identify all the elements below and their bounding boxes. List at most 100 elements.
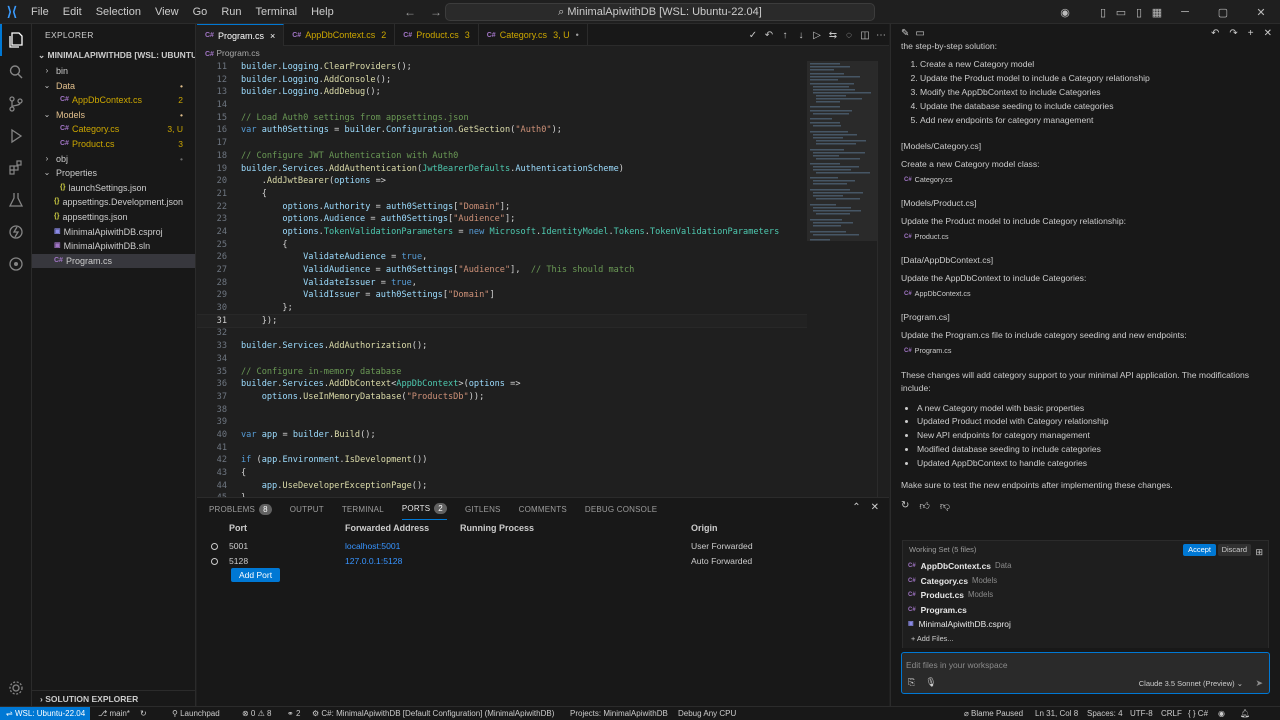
project-root[interactable]: ⌄ MINIMALAPIWITHDB [WSL: UBUNTU-22.... — [32, 46, 195, 64]
remote-explorer-icon[interactable] — [0, 216, 32, 248]
list-item[interactable]: C# AppDbContext.cs Data — [903, 559, 1268, 574]
file-chip[interactable]: C# AppDbContext.cs — [901, 288, 974, 300]
retry-icon[interactable]: ↻ — [901, 500, 909, 512]
code-line[interactable]: 42 if (app.Environment.IsDevelopment()) — [197, 454, 807, 467]
redo-icon[interactable]: ↷ — [1229, 28, 1237, 39]
indentation[interactable]: Spaces: 4 — [1087, 707, 1123, 720]
code-line[interactable]: 19 builder.Services.AddAuthentication(Jwt… — [197, 163, 807, 176]
extensions-icon[interactable] — [0, 152, 32, 184]
tree-file-launchsettings[interactable]: {} launchSettings.json — [32, 181, 195, 196]
accept-button[interactable]: Accept — [1183, 544, 1216, 556]
tree-file-appsettings-dev[interactable]: {} appsettings.Development.json — [32, 195, 195, 210]
notifications-icon[interactable]: 🔔︎ — [1240, 707, 1250, 720]
tree-folder-bin[interactable]: › bin — [32, 64, 195, 79]
thumbs-down-icon[interactable]: 👎︎ — [940, 500, 950, 512]
launchpad-indicator[interactable]: ⚲ Launchpad — [172, 707, 220, 720]
chat-input[interactable]: Edit files in your workspace ⎘ 🎙︎ Claude… — [901, 652, 1270, 694]
file-chip[interactable]: C# Category.cs — [901, 174, 956, 186]
code-line[interactable]: 15 // Load Auth0 settings from appsetting… — [197, 112, 807, 125]
tab-debug-console[interactable]: DEBUG CONSOLE — [585, 498, 657, 520]
back-arrow-icon[interactable]: ← — [404, 0, 416, 24]
forwarded-address-link[interactable]: 127.0.0.1:5128 — [345, 554, 402, 569]
code-line[interactable]: 37 options.UseInMemoryDatabase("Products… — [197, 391, 807, 404]
tab-ports[interactable]: PORTS 2 — [401, 498, 447, 520]
code-line[interactable]: 41 — [197, 442, 807, 455]
table-row[interactable]: 5128 127.0.0.1:5128 Auto Forwarded — [197, 554, 889, 569]
code-line[interactable]: 16 var auth0Settings = builder.Configurat… — [197, 124, 807, 137]
model-picker[interactable]: Claude 3.5 Sonnet (Preview) ⌄ — [1139, 679, 1243, 688]
tree-folder-properties[interactable]: ⌄ Properties — [32, 166, 195, 181]
send-icon[interactable]: ➤ — [1255, 678, 1263, 689]
split-editor-icon[interactable]: ◫ — [857, 30, 873, 41]
source-control-icon[interactable] — [0, 88, 32, 120]
gitlens-icon[interactable] — [0, 248, 32, 280]
code-line[interactable]: 12 builder.Logging.AddConsole(); — [197, 74, 807, 87]
toggle-secondary-sidebar-icon[interactable]: ▯ — [1130, 6, 1148, 19]
open-changes-icon[interactable]: ⇆ — [825, 30, 841, 41]
tab-output[interactable]: OUTPUT — [290, 498, 324, 520]
code-line[interactable]: 13 builder.Logging.AddDebug(); — [197, 86, 807, 99]
discard-button[interactable]: Discard — [1217, 544, 1251, 556]
microphone-icon[interactable]: 🎙︎ — [925, 677, 936, 688]
code-line[interactable]: 43 { — [197, 467, 807, 480]
close-window-icon[interactable]: ✕ — [1242, 6, 1280, 19]
blame-indicator[interactable]: ⌀ Blame Paused — [964, 707, 1023, 720]
list-item[interactable]: C# Category.cs Models — [903, 574, 1268, 589]
code-line[interactable]: 31 }); — [197, 313, 807, 329]
code-line[interactable]: 22 options.Authority = auth0Settings["Do… — [197, 201, 807, 214]
code-line[interactable]: 28 ValidateIssuer = true, — [197, 277, 807, 290]
end-of-line[interactable]: CRLF — [1161, 707, 1182, 720]
project-configuration[interactable]: ⚙ C#: MinimalApiwithDB [Default Configur… — [312, 707, 554, 720]
code-line[interactable]: 25 { — [197, 239, 807, 252]
file-chip[interactable]: C# Product.cs — [901, 231, 952, 243]
code-line[interactable]: 35 // Configure in-memory database — [197, 366, 807, 379]
close-tab-icon[interactable]: × — [270, 31, 275, 41]
close-chat-icon[interactable]: ✕ — [1264, 28, 1272, 39]
problems-indicator[interactable]: ⊗ 0 ⚠ 8 — [242, 707, 271, 720]
add-files-button[interactable]: + Add Files... — [903, 632, 1268, 646]
new-session-icon[interactable]: + — [1248, 28, 1254, 39]
minimap-slider[interactable] — [807, 61, 877, 241]
encoding[interactable]: UTF-8 — [1130, 707, 1153, 720]
testing-icon[interactable] — [0, 184, 32, 216]
file-chip[interactable]: C# Program.cs — [901, 345, 954, 357]
thumbs-up-icon[interactable]: 👍︎ — [919, 500, 929, 512]
solution-explorer-section[interactable]: › SOLUTION EXPLORER — [32, 690, 196, 706]
edit-icon[interactable]: ✎ — [901, 28, 909, 39]
tree-file-sln[interactable]: ▣ MinimalApiwithDB.sln — [32, 239, 195, 254]
code-line[interactable]: 32 — [197, 327, 807, 340]
code-line[interactable]: 30 }; — [197, 302, 807, 315]
code-line[interactable]: 40 var app = builder.Build(); — [197, 429, 807, 442]
tree-folder-data[interactable]: ⌄ Data • — [32, 79, 195, 94]
tab-product[interactable]: C# Product.cs 3 — [395, 24, 479, 46]
customize-layout-icon[interactable]: ▦ — [1148, 6, 1166, 19]
projects-indicator[interactable]: Projects: MinimalApiwithDB — [570, 707, 668, 720]
ports-indicator[interactable]: ⚭ 2 — [287, 707, 300, 720]
breadcrumb-file[interactable]: Program.cs — [216, 48, 259, 58]
minimap[interactable] — [807, 61, 877, 497]
menu-view[interactable]: View — [148, 0, 186, 24]
chat-icon[interactable]: ▭ — [915, 28, 924, 39]
list-item[interactable]: C# Product.cs Models — [903, 588, 1268, 603]
sync-icon[interactable]: ↻ — [140, 707, 147, 720]
tab-gitlens[interactable]: GITLENS — [465, 498, 501, 520]
menu-help[interactable]: Help — [304, 0, 341, 24]
toggle-sidebar-icon[interactable]: ▯ — [1094, 6, 1112, 19]
tree-file-product[interactable]: C# Product.cs 3 — [32, 137, 195, 152]
undo-icon[interactable]: ↶ — [1211, 28, 1219, 39]
toggle-panel-icon[interactable]: ▭ — [1112, 6, 1130, 19]
code-line[interactable]: 20 .AddJwtBearer(options => — [197, 175, 807, 188]
maximize-icon[interactable]: ▢ — [1204, 6, 1242, 19]
code-line[interactable]: 38 — [197, 404, 807, 417]
code-line[interactable]: 23 options.Audience = auth0Settings["Aud… — [197, 213, 807, 226]
code-line[interactable]: 33 builder.Services.AddAuthorization(); — [197, 340, 807, 353]
close-panel-icon[interactable]: ✕ — [871, 502, 879, 513]
tree-folder-models[interactable]: ⌄ Models • — [32, 108, 195, 123]
code-editor[interactable]: 11 builder.Logging.ClearProviders(); 12 bui… — [197, 61, 807, 497]
previous-change-icon[interactable]: ↑ — [777, 30, 793, 41]
tree-file-appsettings[interactable]: {} appsettings.json — [32, 210, 195, 225]
add-port-button[interactable]: Add Port — [231, 568, 281, 582]
code-line[interactable]: 26 ValidateAudience = true, — [197, 251, 807, 264]
menu-go[interactable]: Go — [186, 0, 215, 24]
next-change-icon[interactable]: ↓ — [793, 30, 809, 41]
